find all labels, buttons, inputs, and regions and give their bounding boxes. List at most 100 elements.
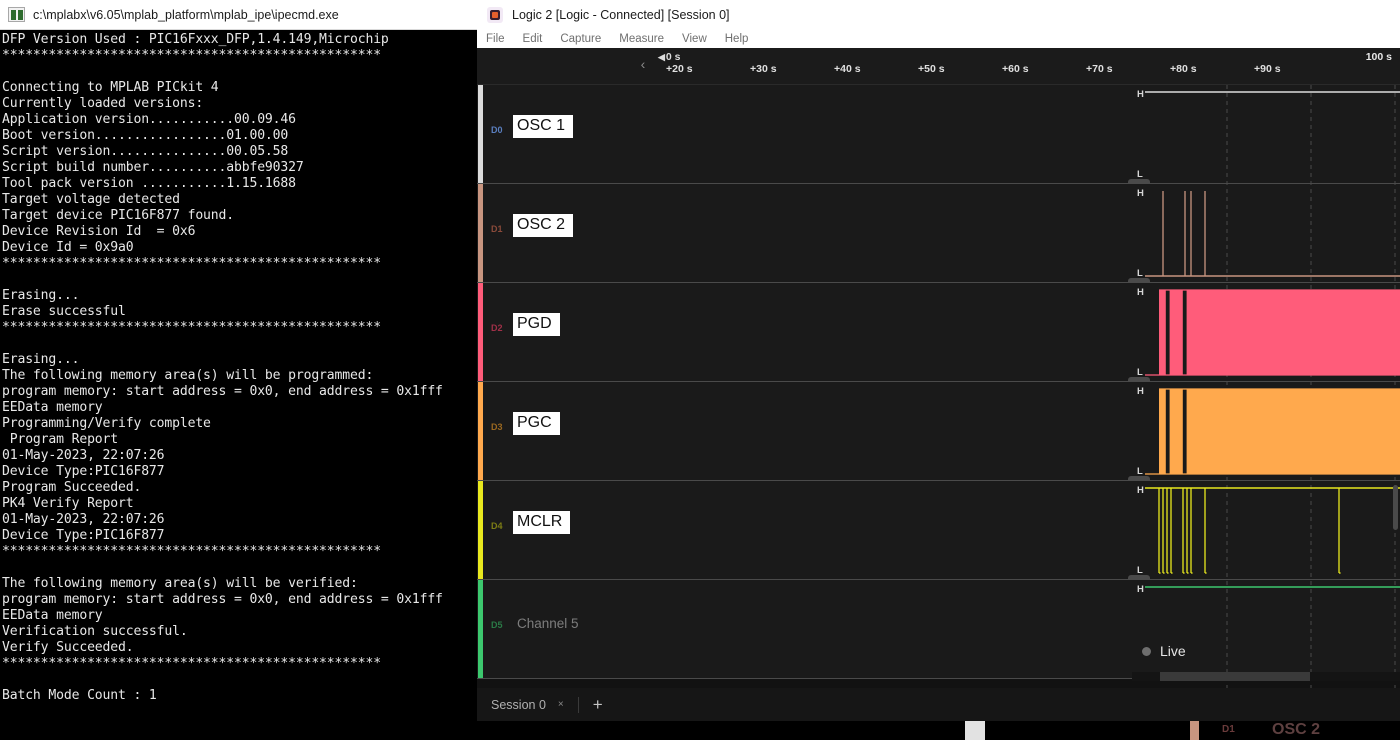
- live-indicator[interactable]: Live: [1142, 643, 1186, 659]
- logic2-title: Logic 2 [Logic - Connected] [Session 0]: [512, 8, 730, 22]
- channel-id-label: D2: [491, 323, 503, 333]
- ruler-tick: +50 s: [918, 63, 945, 75]
- menu-item-edit[interactable]: Edit: [523, 33, 555, 45]
- channel-name-label[interactable]: PGC: [513, 412, 560, 435]
- console-line: program memory: start address = 0x0, end…: [2, 592, 477, 608]
- console-line: Target device PIC16F877 found.: [2, 208, 477, 224]
- console-title: c:\mplabx\v6.05\mplab_platform\mplab_ipe…: [33, 8, 339, 22]
- console-line: 01-May-2023, 22:07:26: [2, 448, 477, 464]
- console-line: [2, 64, 477, 80]
- logic-app-icon: [487, 7, 503, 23]
- console-line: ****************************************…: [2, 656, 477, 672]
- console-line: Erasing...: [2, 288, 477, 304]
- console-line: Script version...............00.05.58: [2, 144, 477, 160]
- logic2-titlebar[interactable]: Logic 2 [Logic - Connected] [Session 0]: [477, 0, 1400, 30]
- channel-color-bar: [478, 481, 483, 579]
- live-label: Live: [1160, 643, 1186, 659]
- channel-color-bar: [478, 85, 483, 183]
- console-line: Boot version.................01.00.00: [2, 128, 477, 144]
- channel-list: D0OSC 1HLD1OSC 2HLD2PGDHLD3PGCHLD4MCLRHL…: [477, 85, 1400, 688]
- console-line: EEData memory: [2, 608, 477, 624]
- channel-color-bar: [478, 184, 483, 282]
- console-line: ****************************************…: [2, 320, 477, 336]
- console-line: Batch Mode Count : 1: [2, 688, 477, 704]
- menu-item-help[interactable]: Help: [725, 33, 761, 45]
- close-icon[interactable]: ×: [558, 699, 564, 710]
- channel-row-d2[interactable]: D2PGDHL: [477, 283, 1400, 382]
- console-output: DFP Version Used : PIC16Fxxx_DFP,1.4.149…: [0, 30, 477, 740]
- time-ruler[interactable]: ‹ ◀0 s 100 s +20 s+30 s+40 s+50 s+60 s+7…: [477, 48, 1400, 85]
- channel-name-label[interactable]: PGD: [513, 313, 560, 336]
- high-level-marker: H: [1137, 188, 1144, 199]
- channel-id-label: D1: [491, 224, 503, 234]
- ruler-zero-label: ◀0 s: [658, 51, 681, 63]
- console-line: Program Report: [2, 432, 477, 448]
- console-line: Device Id = 0x9a0: [2, 240, 477, 256]
- console-line: DFP Version Used : PIC16Fxxx_DFP,1.4.149…: [2, 32, 477, 48]
- channel-id-label: D5: [491, 620, 503, 630]
- console-line: The following memory area(s) will be ver…: [2, 576, 477, 592]
- graph-area: ‹ ◀0 s 100 s +20 s+30 s+40 s+50 s+60 s+7…: [477, 48, 1400, 688]
- console-line: [2, 672, 477, 688]
- console-line: Currently loaded versions:: [2, 96, 477, 112]
- high-level-marker: H: [1137, 89, 1144, 100]
- channel-row-d1[interactable]: D1OSC 2HL: [477, 184, 1400, 283]
- menu-item-measure[interactable]: Measure: [619, 33, 676, 45]
- console-line: Verification successful.: [2, 624, 477, 640]
- console-line: Connecting to MPLAB PICkit 4: [2, 80, 477, 96]
- console-line: Device Type:PIC16F877: [2, 528, 477, 544]
- console-line: Erasing...: [2, 352, 477, 368]
- console-line: EEData memory: [2, 400, 477, 416]
- console-line: Programming/Verify complete: [2, 416, 477, 432]
- plus-icon[interactable]: +: [593, 696, 603, 713]
- menu-item-view[interactable]: View: [682, 33, 719, 45]
- high-level-marker: H: [1137, 386, 1144, 397]
- console-line: Device Type:PIC16F877: [2, 464, 477, 480]
- background-channel-label: OSC 2: [1272, 721, 1320, 739]
- console-line: The following memory area(s) will be pro…: [2, 368, 477, 384]
- channel-row-d5[interactable]: D5 Channel 5 H: [477, 580, 1400, 679]
- console-line: ****************************************…: [2, 256, 477, 272]
- background-window-icon: [965, 721, 985, 740]
- background-channel-color: [1190, 721, 1199, 740]
- console-line: [2, 336, 477, 352]
- live-dot-icon: [1142, 647, 1151, 656]
- vertical-scrollbar-thumb[interactable]: [1393, 485, 1398, 530]
- ruler-tick: +20 s: [666, 63, 693, 75]
- console-line: Device Revision Id = 0x6: [2, 224, 477, 240]
- channel-name-label[interactable]: OSC 2: [513, 214, 573, 237]
- menu-item-file[interactable]: File: [486, 33, 517, 45]
- console-line: Target voltage detected: [2, 192, 477, 208]
- channel-name-label[interactable]: Channel 5: [515, 613, 581, 635]
- channel-color-bar: [478, 580, 483, 678]
- channel-color-bar: [478, 382, 483, 480]
- ruler-tick: +40 s: [834, 63, 861, 75]
- console-line: 01-May-2023, 22:07:26: [2, 512, 477, 528]
- channel-row-d4[interactable]: D4MCLRHL: [477, 481, 1400, 580]
- console-line: program memory: start address = 0x0, end…: [2, 384, 477, 400]
- horizontal-scrollbar-thumb[interactable]: [1160, 672, 1310, 681]
- ruler-end-label: 100 s: [1366, 51, 1392, 63]
- ruler-tick: +30 s: [750, 63, 777, 75]
- high-level-marker: H: [1137, 584, 1144, 595]
- channel-row-d0[interactable]: D0OSC 1HL: [477, 85, 1400, 184]
- channel-row-d3[interactable]: D3PGCHL: [477, 382, 1400, 481]
- console-line: Verify Succeeded.: [2, 640, 477, 656]
- console-line: [2, 560, 477, 576]
- logic2-window: Logic 2 [Logic - Connected] [Session 0] …: [477, 0, 1400, 740]
- console-line: [2, 704, 477, 720]
- channel-name-label[interactable]: MCLR: [513, 511, 570, 534]
- menu-item-capture[interactable]: Capture: [560, 33, 613, 45]
- session-tab-0[interactable]: Session 0 ×: [491, 698, 564, 712]
- console-line: Erase successful: [2, 304, 477, 320]
- console-line: Tool pack version ...........1.15.1688: [2, 176, 477, 192]
- console-line: Program Succeeded.: [2, 480, 477, 496]
- background-window-strip[interactable]: D1 OSC 2: [0, 721, 1400, 740]
- console-window: c:\mplabx\v6.05\mplab_platform\mplab_ipe…: [0, 0, 477, 740]
- tab-divider: [578, 697, 579, 713]
- channel-name-label[interactable]: OSC 1: [513, 115, 573, 138]
- chevron-left-icon[interactable]: ‹: [637, 56, 649, 72]
- console-titlebar[interactable]: c:\mplabx\v6.05\mplab_platform\mplab_ipe…: [0, 0, 477, 30]
- ruler-tick: +60 s: [1002, 63, 1029, 75]
- console-line: Application version...........00.09.46: [2, 112, 477, 128]
